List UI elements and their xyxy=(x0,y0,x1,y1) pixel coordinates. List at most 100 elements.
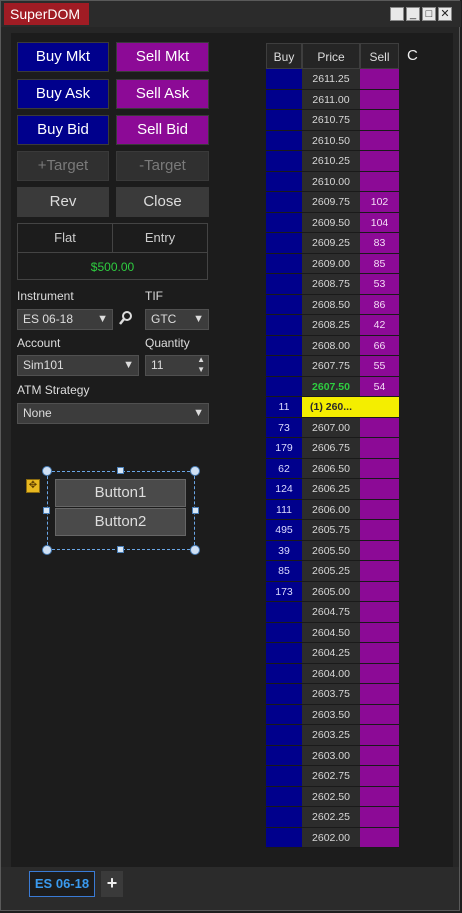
sell-mkt-button[interactable]: Sell Mkt xyxy=(116,42,209,72)
price-column-header[interactable]: Price xyxy=(302,43,360,69)
buy-cell[interactable]: 85 xyxy=(266,561,302,582)
sell-cell[interactable] xyxy=(360,807,399,828)
price-cell[interactable]: 2610.25 xyxy=(302,151,360,172)
price-cell[interactable]: 2605.25 xyxy=(302,561,360,582)
stepper-arrows-icon[interactable]: ▲ ▼ xyxy=(197,355,205,375)
sell-cell[interactable]: 55 xyxy=(360,356,399,377)
price-cell[interactable]: (1) 260... xyxy=(302,397,360,418)
buy-cell[interactable] xyxy=(266,622,302,643)
resize-handle[interactable] xyxy=(192,507,199,514)
buy-cell[interactable] xyxy=(266,130,302,151)
buy-cell[interactable]: 495 xyxy=(266,520,302,541)
buy-cell[interactable] xyxy=(266,684,302,705)
sell-cell[interactable] xyxy=(360,704,399,725)
sell-cell[interactable]: 42 xyxy=(360,315,399,336)
sell-cell[interactable] xyxy=(360,581,399,602)
price-cell[interactable]: 2602.00 xyxy=(302,827,360,848)
add-tab-button[interactable]: + xyxy=(101,871,123,897)
price-cell[interactable]: 2603.50 xyxy=(302,704,360,725)
buy-cell[interactable] xyxy=(266,253,302,274)
price-cell[interactable]: 2604.00 xyxy=(302,663,360,684)
price-cell[interactable]: 2608.25 xyxy=(302,315,360,336)
sell-cell[interactable]: 86 xyxy=(360,294,399,315)
price-cell[interactable]: 2607.75 xyxy=(302,356,360,377)
instrument-select[interactable]: ES 06-18 ▼ xyxy=(17,309,113,330)
buy-cell[interactable] xyxy=(266,663,302,684)
buy-cell[interactable] xyxy=(266,704,302,725)
price-cell[interactable]: 2604.50 xyxy=(302,622,360,643)
sell-cell[interactable] xyxy=(360,602,399,623)
sell-cell[interactable] xyxy=(360,520,399,541)
sell-cell[interactable] xyxy=(360,684,399,705)
buy-cell[interactable] xyxy=(266,745,302,766)
price-cell[interactable]: 2610.50 xyxy=(302,130,360,151)
plus-target-button[interactable]: +Target xyxy=(17,151,109,181)
sell-cell[interactable] xyxy=(360,499,399,520)
price-cell[interactable]: 2606.25 xyxy=(302,479,360,500)
sell-cell[interactable] xyxy=(360,725,399,746)
sell-cell[interactable] xyxy=(360,766,399,787)
sell-cell[interactable]: 83 xyxy=(360,233,399,254)
price-cell[interactable]: 2603.00 xyxy=(302,745,360,766)
buy-ask-button[interactable]: Buy Ask xyxy=(17,79,109,109)
buy-cell[interactable] xyxy=(266,274,302,295)
buy-cell[interactable] xyxy=(266,171,302,192)
buy-cell[interactable]: 11 xyxy=(266,397,302,418)
resize-handle[interactable] xyxy=(190,466,200,476)
account-select[interactable]: Sim101 ▼ xyxy=(17,355,139,376)
search-icon[interactable] xyxy=(119,310,133,326)
price-cell[interactable]: 2609.75 xyxy=(302,192,360,213)
buy-cell[interactable] xyxy=(266,786,302,807)
buy-cell[interactable] xyxy=(266,89,302,110)
buy-cell[interactable] xyxy=(266,335,302,356)
sell-cell[interactable]: 102 xyxy=(360,192,399,213)
buy-cell[interactable]: 62 xyxy=(266,458,302,479)
price-cell[interactable]: 2603.25 xyxy=(302,725,360,746)
buy-cell[interactable] xyxy=(266,233,302,254)
sell-cell[interactable] xyxy=(360,110,399,131)
button1[interactable]: Button1 xyxy=(55,479,186,507)
sell-cell[interactable]: 104 xyxy=(360,212,399,233)
sell-cell[interactable] xyxy=(360,561,399,582)
sell-cell[interactable]: 53 xyxy=(360,274,399,295)
buy-cell[interactable]: 179 xyxy=(266,438,302,459)
price-cell[interactable]: 2606.75 xyxy=(302,438,360,459)
buy-cell[interactable] xyxy=(266,827,302,848)
price-cell[interactable]: 2604.25 xyxy=(302,643,360,664)
sell-cell[interactable] xyxy=(360,745,399,766)
sell-cell[interactable] xyxy=(360,622,399,643)
sell-cell[interactable] xyxy=(360,643,399,664)
tab-es-06-18[interactable]: ES 06-18 xyxy=(29,871,95,897)
price-cell[interactable]: 2611.00 xyxy=(302,89,360,110)
price-cell[interactable]: 2609.00 xyxy=(302,253,360,274)
buy-mkt-button[interactable]: Buy Mkt xyxy=(17,42,109,72)
price-cell[interactable]: 2605.75 xyxy=(302,520,360,541)
price-cell[interactable]: 2605.50 xyxy=(302,540,360,561)
buy-cell[interactable] xyxy=(266,766,302,787)
buy-cell[interactable]: 73 xyxy=(266,417,302,438)
extra-column-header[interactable]: C xyxy=(407,47,418,64)
price-cell[interactable]: 2610.75 xyxy=(302,110,360,131)
buy-cell[interactable] xyxy=(266,192,302,213)
price-cell[interactable]: 2602.25 xyxy=(302,807,360,828)
sell-cell[interactable] xyxy=(360,663,399,684)
buy-cell[interactable] xyxy=(266,376,302,397)
price-cell[interactable]: 2609.50 xyxy=(302,212,360,233)
sell-cell[interactable] xyxy=(360,151,399,172)
price-cell[interactable]: 2608.50 xyxy=(302,294,360,315)
button2[interactable]: Button2 xyxy=(55,508,186,536)
buy-cell[interactable] xyxy=(266,69,302,90)
price-cell[interactable]: 2609.25 xyxy=(302,233,360,254)
sell-cell[interactable] xyxy=(360,786,399,807)
buy-cell[interactable]: 39 xyxy=(266,540,302,561)
sell-cell[interactable]: 54 xyxy=(360,376,399,397)
buy-cell[interactable] xyxy=(266,212,302,233)
quantity-stepper[interactable]: 11 ▲ ▼ xyxy=(145,355,209,376)
buy-cell[interactable]: 173 xyxy=(266,581,302,602)
buy-bid-button[interactable]: Buy Bid xyxy=(17,115,109,145)
minimize-icon[interactable]: _ xyxy=(406,7,420,21)
price-cell[interactable]: 2606.00 xyxy=(302,499,360,520)
price-cell[interactable]: 2606.50 xyxy=(302,458,360,479)
price-cell[interactable]: 2604.75 xyxy=(302,602,360,623)
sell-cell[interactable] xyxy=(360,458,399,479)
